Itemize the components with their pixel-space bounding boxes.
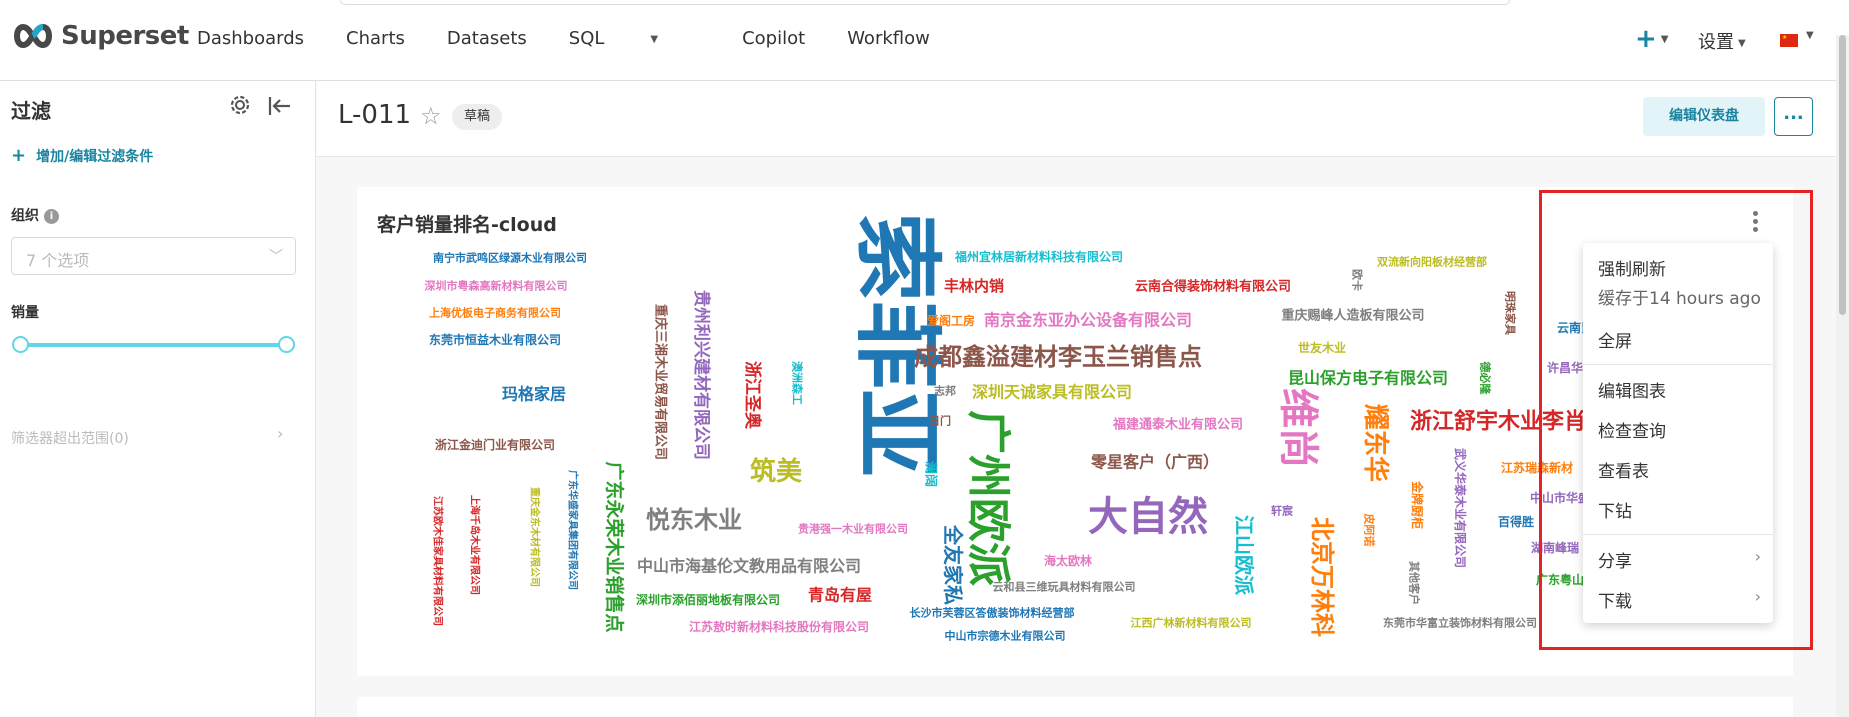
org-filter-label: 组织 i [11,205,59,225]
menu-sql[interactable]: SQL ▼ [569,28,700,49]
org-filter-select[interactable]: 7 个选项 ﹀ [11,237,296,275]
slider-min-handle[interactable] [12,336,29,353]
menu-charts[interactable]: Charts [346,28,405,49]
top-collapse-handle[interactable] [340,0,1510,5]
add-filter-button[interactable]: + 增加/编辑过滤条件 [11,145,153,166]
scrollbar-thumb[interactable] [1839,35,1846,315]
add-filter-label: 增加/编辑过滤条件 [36,149,154,165]
brand-name: Superset [61,21,189,51]
highlight-box [1539,190,1813,650]
chevron-down-icon: ▼ [650,33,659,45]
menu-datasets[interactable]: Datasets [447,28,527,49]
superset-logo[interactable]: Superset [11,21,189,51]
settings-label: 设置 [1698,32,1734,53]
edit-dashboard-button[interactable]: 编辑仪表盘 [1643,97,1765,136]
org-label-text: 组织 [11,208,39,224]
star-icon[interactable]: ☆ [420,102,442,130]
chevron-right-icon[interactable]: › [277,424,283,443]
china-flag-icon[interactable] [1780,34,1798,47]
dashboard-title[interactable]: L-011 [338,100,411,130]
org-select-placeholder: 7 个选项 [26,251,90,270]
superset-logo-icon [14,23,52,49]
dashboard-header [317,81,1836,157]
menu-workflow[interactable]: Workflow [847,28,930,49]
main-menu: Dashboards Charts Datasets SQL ▼ Copilot … [197,28,972,49]
chart-card-next [357,697,1793,717]
chevron-down-icon: ﹀ [269,249,283,265]
gear-icon[interactable] [227,92,253,118]
top-navbar: Superset Dashboards Charts Datasets SQL ▼… [0,0,1849,81]
chevron-down-icon[interactable]: ▼ [1806,30,1814,41]
plus-icon: + [1635,24,1657,54]
draft-badge: 草稿 [452,104,503,130]
info-icon[interactable]: i [44,208,59,224]
page-scrollbar[interactable] [1836,35,1849,717]
filter-title: 过滤 [11,99,51,123]
menu-dashboards[interactable]: Dashboards [197,28,304,49]
collapse-sidebar-icon[interactable] [268,95,292,117]
chevron-down-icon: ▼ [1660,34,1669,45]
sales-range-slider[interactable] [12,336,295,353]
slider-max-handle[interactable] [278,336,295,353]
menu-copilot[interactable]: Copilot [742,28,805,49]
chevron-down-icon: ▼ [1738,37,1746,49]
sales-filter-label: 销量 [11,305,39,321]
chart-title: 客户销量排名-cloud [377,214,557,236]
filter-sidebar [0,81,316,717]
menu-sql-label: SQL [568,28,605,49]
dashboard-more-button[interactable]: ... [1774,97,1813,136]
settings-menu[interactable]: 设置 ▼ [1698,28,1746,54]
new-item-button[interactable]: + ▼ [1635,24,1669,54]
out-of-range-filters[interactable]: 筛选器超出范围(0) [11,428,129,448]
plus-icon: + [11,145,27,166]
